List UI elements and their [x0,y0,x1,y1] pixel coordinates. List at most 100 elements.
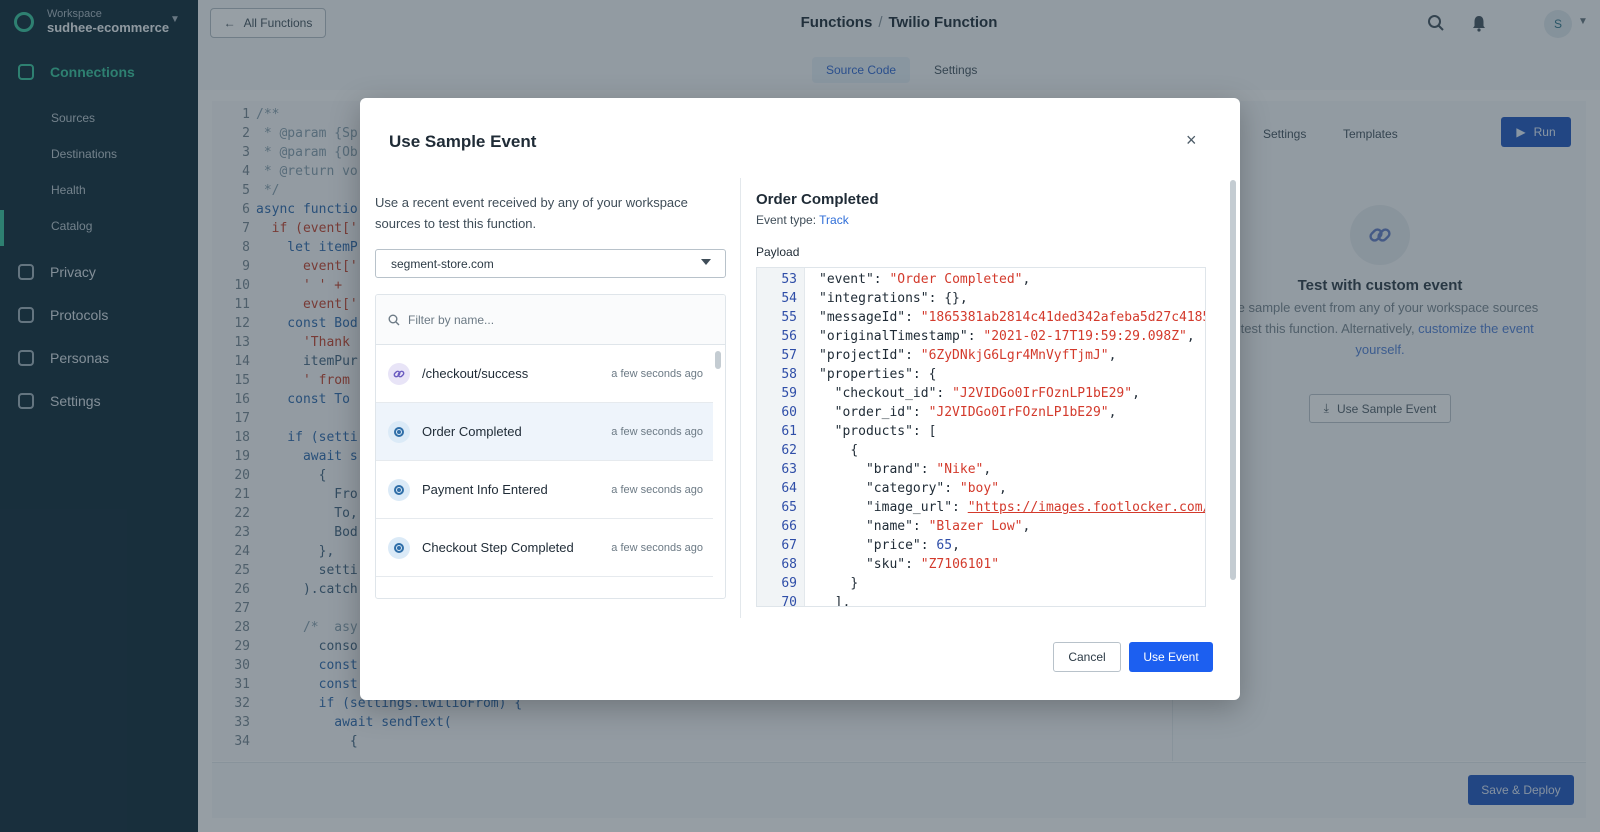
line-number: 68 [781,557,797,572]
payload-line: 62 { [757,441,858,460]
payload-key: "sku": [865,557,921,572]
payload-line: 63 "brand": "Nike", [757,460,991,479]
list-scrollbar[interactable] [715,351,721,369]
event-detail: Order Completed Event type: Track Payloa… [741,178,1221,618]
line-number: 63 [781,462,797,477]
event-time: a few seconds ago [611,483,703,496]
line-number: 57 [781,348,797,363]
line-number: 66 [781,519,797,534]
line-number: 58 [781,367,797,382]
payload-punct: , [1132,386,1140,401]
payload-line: 61 "products": [ [757,422,936,441]
payload-value: "Blazer Low" [928,519,1023,534]
caret-down-icon [701,259,711,265]
payload-value: "6ZyDNkjG6Lgr4MnVyfTjmJ" [920,348,1109,363]
payload-punct: , [1108,348,1117,363]
line-number: 67 [781,538,797,553]
track-icon [388,420,410,443]
payload-key: "brand": [865,462,937,477]
payload-value: "J2VIDGo0IrFOznLP1bE29" [952,386,1133,401]
payload-key: } [850,576,859,591]
payload-key: "integrations": {}, [819,291,968,306]
line-number: 56 [781,329,797,344]
line-number: 69 [781,576,797,591]
close-icon[interactable]: × [1186,131,1197,149]
payload-value: "Order Completed" [889,272,1023,287]
filter-input[interactable]: Filter by name... [376,295,725,345]
payload-value: "Z7106101" [920,557,1000,572]
line-number: 59 [781,386,797,401]
payload-line: 60 "order_id": "J2VIDGo0IrFOznLP1bE29", [757,403,1116,422]
modal-title: Use Sample Event [389,132,537,151]
payload-line: 69 } [757,574,858,593]
payload-punct: , [1022,272,1031,287]
payload-line: 68 "sku": "Z7106101" [757,555,999,574]
event-picker: Use a recent event received by any of yo… [360,178,741,618]
payload-key: "image_url": [865,500,968,515]
payload-line: 57 "projectId": "6ZyDNkjG6Lgr4MnVyfTjmJ", [757,346,1116,365]
track-icon [388,536,410,559]
list-item[interactable]: Order Completed a few seconds ago [376,403,713,461]
payload-line: 65 "image_url": "https://images.footlock… [757,498,1205,517]
list-item[interactable]: Checkout Step Completed a few seconds ago [376,519,713,577]
payload-line: 66 "name": "Blazer Low", [757,517,1030,536]
modal-intro: Use a recent event received by any of yo… [375,195,688,231]
line-number: 55 [781,310,797,325]
modal-scrollbar[interactable] [1230,180,1236,580]
payload-key: "event": [819,272,890,287]
event-type-link[interactable]: Track [819,213,849,227]
line-number: 64 [781,481,797,496]
payload-line: 70 ], [757,593,851,607]
payload-key: "checkout_id": [834,386,953,401]
payload-key: "messageId": [819,310,921,325]
payload-punct: , [1186,329,1195,344]
search-icon [388,314,400,325]
payload-value: "Nike" [936,462,984,477]
payload-key: "price": [865,538,937,553]
use-event-button[interactable]: Use Event [1129,642,1213,672]
line-number: 60 [781,405,797,420]
payload-value: "1865381ab2814c41ded342afeba5d27c41859 [920,310,1206,325]
payload-value: "2021-02-17T19:59:29.098Z" [983,329,1187,344]
payload-value: "boy" [959,481,1000,496]
payload-value: 65 [936,538,953,553]
payload-line: 54 "integrations": {}, [757,289,968,308]
payload-line: 55 "messageId": "1865381ab2814c41ded342af… [757,308,1206,327]
event-type: Event type: Track [756,213,849,227]
payload-viewer[interactable]: 53 "event": "Order Completed", 54 "integrat… [756,267,1206,607]
line-number: 54 [781,291,797,306]
payload-key: ], [834,595,851,607]
list-item[interactable]: Payment Info Entered a few seconds ago [376,461,713,519]
event-list: Filter by name... /checkout/success a few… [375,294,726,599]
line-number: 53 [781,272,797,287]
event-time: a few seconds ago [611,541,703,554]
payload-key: "category": [865,481,960,496]
line-number: 62 [781,443,797,458]
cancel-button[interactable]: Cancel [1053,642,1121,672]
payload-line: 58 "properties": { [757,365,936,384]
list-item[interactable]: /checkout/success a few seconds ago [376,345,713,403]
track-icon [388,478,410,501]
event-time: a few seconds ago [611,425,703,438]
payload-punct: , [983,462,992,477]
event-detail-title: Order Completed [756,191,879,208]
line-number: 65 [781,500,797,515]
use-sample-event-modal: Use Sample Event × Use a recent event re… [360,98,1240,700]
payload-punct: , [1108,405,1117,420]
link-icon [388,362,410,385]
event-name: Order Completed [422,424,522,439]
payload-line: 64 "category": "boy", [757,479,1007,498]
source-select[interactable]: segment-store.com [375,249,726,278]
line-number: 70 [781,595,797,607]
payload-value[interactable]: "https://images.footlocker.com/i [968,500,1205,515]
payload-line: 59 "checkout_id": "J2VIDGo0IrFOznLP1bE29… [757,384,1140,403]
payload-punct: , [1022,519,1031,534]
